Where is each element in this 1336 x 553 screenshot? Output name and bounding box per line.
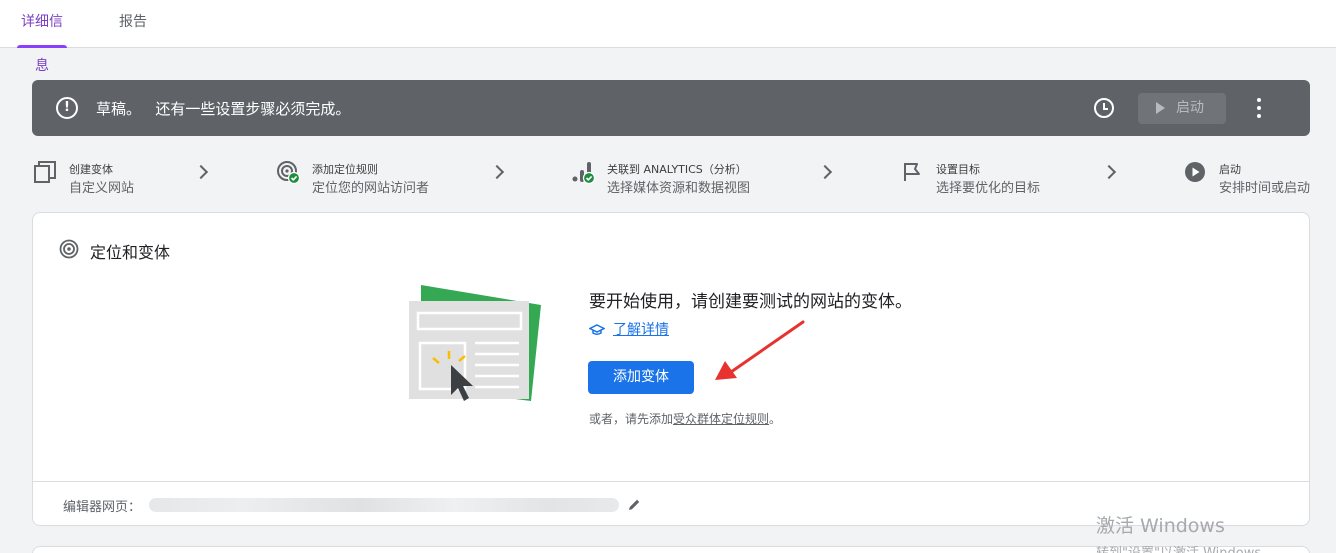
step-subtitle: 选择要优化的目标 bbox=[936, 181, 1041, 196]
card-title: 定位和变体 bbox=[90, 243, 171, 262]
launch-button-label: 启动 bbox=[1176, 100, 1204, 116]
play-circle-icon bbox=[1185, 162, 1205, 182]
audience-targeting-link[interactable]: 受众群体定位规则 bbox=[673, 412, 769, 426]
tab-details[interactable]: 详细信息 bbox=[17, 0, 67, 74]
play-icon bbox=[1156, 102, 1165, 114]
draft-message: 草稿。 还有一些设置步骤必须完成。 bbox=[96, 98, 350, 119]
analytics-check-icon bbox=[572, 162, 595, 184]
variant-illustration bbox=[409, 285, 541, 401]
step-subtitle: 定位您的网站访问者 bbox=[312, 181, 430, 196]
step-subtitle: 选择媒体资源和数据视图 bbox=[607, 181, 751, 196]
step-title: 设置目标 bbox=[936, 163, 980, 176]
tab-report[interactable]: 报告 bbox=[119, 0, 147, 48]
chevron-right-icon bbox=[1101, 164, 1117, 180]
step-create-variant[interactable]: 创建变体 自定义网站 bbox=[33, 150, 153, 200]
edit-pencil-icon[interactable] bbox=[627, 498, 641, 512]
flag-icon bbox=[904, 163, 920, 181]
step-subtitle: 安排时间或启动 bbox=[1219, 181, 1311, 196]
active-tab-indicator bbox=[17, 45, 67, 48]
copy-icon bbox=[34, 161, 56, 183]
setup-steps: 创建变体 自定义网站 添加定位规则 定位您的网站访问者 关联到 ANALYTIC… bbox=[0, 150, 1336, 200]
tab-details-label: 详细信息 bbox=[21, 14, 63, 74]
alert-icon: ! bbox=[56, 97, 78, 119]
step-title: 创建变体 bbox=[69, 163, 113, 176]
draft-detail: 还有一些设置步骤必须完成。 bbox=[155, 100, 351, 118]
editor-page-url-redacted bbox=[149, 498, 619, 512]
launch-button[interactable]: 启动 bbox=[1138, 93, 1226, 124]
step-title: 添加定位规则 bbox=[312, 163, 378, 176]
top-tabs: 详细信息 报告 bbox=[0, 0, 1336, 74]
step-title: 启动 bbox=[1219, 163, 1241, 176]
editor-page-label: 编辑器网页： bbox=[63, 500, 142, 515]
more-options-icon[interactable] bbox=[1252, 97, 1266, 119]
alt-instruction: 或者，请先添加受众群体定位规则。 bbox=[589, 410, 781, 427]
step-title: 关联到 ANALYTICS（分析） bbox=[607, 163, 747, 176]
step-link-analytics[interactable]: 关联到 ANALYTICS（分析） 选择媒体资源和数据视图 bbox=[571, 150, 771, 200]
chevron-right-icon bbox=[193, 164, 209, 180]
schedule-clock-icon[interactable] bbox=[1094, 98, 1114, 118]
targeting-variants-card: 定位和变体 要开始使用，请创建要测试的网站的变体。 了解详情 添加变体 或者，请… bbox=[32, 212, 1310, 526]
watermark-line2: 转到"设置"以激活 Windows。 bbox=[1096, 542, 1336, 553]
chevron-right-icon bbox=[817, 164, 833, 180]
step-launch[interactable]: 启动 安排时间或启动 bbox=[1183, 150, 1333, 200]
tab-report-label: 报告 bbox=[119, 14, 147, 30]
draft-status: 草稿。 bbox=[96, 100, 142, 118]
learn-more-link[interactable]: 了解详情 bbox=[589, 319, 669, 339]
alt-prefix: 或者，请先添加 bbox=[589, 412, 674, 426]
graduation-cap-icon bbox=[589, 324, 605, 335]
step-subtitle: 自定义网站 bbox=[69, 181, 135, 196]
cta-title: 要开始使用，请创建要测试的网站的变体。 bbox=[589, 292, 912, 312]
chevron-right-icon bbox=[489, 164, 505, 180]
target-check-icon bbox=[277, 161, 300, 184]
card-divider bbox=[33, 481, 1309, 482]
draft-status-bar: ! 草稿。 还有一些设置步骤必须完成。 启动 bbox=[32, 80, 1310, 136]
target-icon bbox=[59, 239, 79, 259]
watermark-line1: 激活 Windows bbox=[1096, 515, 1225, 537]
annotation-arrow bbox=[715, 320, 805, 380]
step-set-goals[interactable]: 设置目标 选择要优化的目标 bbox=[900, 150, 1060, 200]
learn-more-label: 了解详情 bbox=[613, 322, 669, 338]
add-variant-button[interactable]: 添加变体 bbox=[588, 361, 694, 394]
alt-suffix: 。 bbox=[769, 412, 782, 426]
step-targeting-rules[interactable]: 添加定位规则 定位您的网站访问者 bbox=[276, 150, 456, 200]
windows-activation-watermark: 激活 Windows 转到"设置"以激活 Windows。 bbox=[1096, 511, 1336, 553]
